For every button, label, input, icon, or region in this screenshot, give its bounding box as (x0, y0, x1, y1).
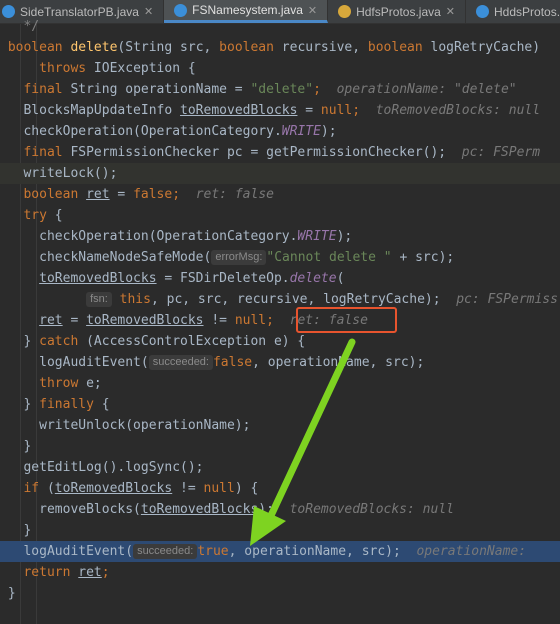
parameter-hint: errorMsg: (211, 250, 267, 265)
code-line[interactable]: checkNameNodeSafeMode(errorMsg: "Cannot d… (0, 247, 560, 268)
inline-debug-value: pc: FSPerm (461, 145, 541, 160)
inline-debug-value: pc: FSPermiss (456, 292, 558, 307)
code-line[interactable]: logAuditEvent(succeeded: false, operation… (0, 352, 560, 373)
inline-debug-value: toRemovedBlocks: null (289, 502, 454, 517)
code-line[interactable]: checkOperation(OperationCategory.WRITE); (0, 226, 560, 247)
parameter-hint: fsn: (86, 292, 112, 307)
code-line[interactable]: removeBlocks(toRemovedBlocks); toRemoved… (0, 499, 560, 520)
code-line[interactable]: } finally { (0, 394, 560, 415)
current-execution-line[interactable]: logAuditEvent(succeeded: true, operationN… (0, 541, 560, 562)
code-line[interactable]: final String operationName = "delete"; o… (0, 79, 560, 100)
inline-debug-value: operationName: (416, 544, 527, 559)
code-line[interactable]: try { (0, 205, 560, 226)
highlight-box-annotation (296, 307, 397, 333)
code-line[interactable]: } catch (AccessControlException e) { (0, 331, 560, 352)
class-icon (174, 3, 188, 17)
code-line[interactable]: toRemovedBlocks = FSDirDeleteOp.delete( (0, 268, 560, 289)
code-editor[interactable]: */ boolean delete(String src, boolean re… (0, 19, 560, 624)
code-line[interactable]: } (0, 436, 560, 457)
code-line[interactable]: throws IOException { (0, 58, 560, 79)
code-line[interactable]: getEditLog().logSync(); (0, 457, 560, 478)
inline-debug-value: toRemovedBlocks: null (375, 103, 541, 118)
parameter-hint: succeeded: (133, 544, 198, 559)
code-line[interactable]: writeUnlock(operationName); (0, 415, 560, 436)
code-line[interactable]: final FSPermissionChecker pc = getPermis… (0, 142, 560, 163)
code-line[interactable]: checkOperation(OperationCategory.WRITE); (0, 121, 560, 142)
code-line[interactable]: throw e; (0, 373, 560, 394)
close-icon[interactable]: ✕ (308, 4, 317, 17)
code-line[interactable]: } (0, 583, 560, 604)
code-line[interactable]: boolean ret = false; ret: false (0, 184, 560, 205)
code-line[interactable]: boolean delete(String src, boolean recur… (0, 37, 560, 58)
tab-label: FSNamesystem.java (192, 3, 303, 17)
code-line[interactable]: BlocksMapUpdateInfo toRemovedBlocks = nu… (0, 100, 560, 121)
inline-debug-value: operationName: "delete" (336, 82, 517, 97)
code-line[interactable]: */ (0, 16, 560, 37)
inline-debug-value: ret: false (195, 187, 274, 202)
code-line[interactable]: return ret; (0, 562, 560, 583)
code-line[interactable]: } (0, 520, 560, 541)
code-line[interactable]: if (toRemovedBlocks != null) { (0, 478, 560, 499)
parameter-hint: succeeded: (148, 355, 213, 370)
code-line[interactable]: ret = toRemovedBlocks != null; ret: fals… (0, 310, 560, 331)
code-line[interactable]: writeLock(); (0, 163, 560, 184)
code-line[interactable]: fsn: this, pc, src, recursive, logRetryC… (0, 289, 560, 310)
